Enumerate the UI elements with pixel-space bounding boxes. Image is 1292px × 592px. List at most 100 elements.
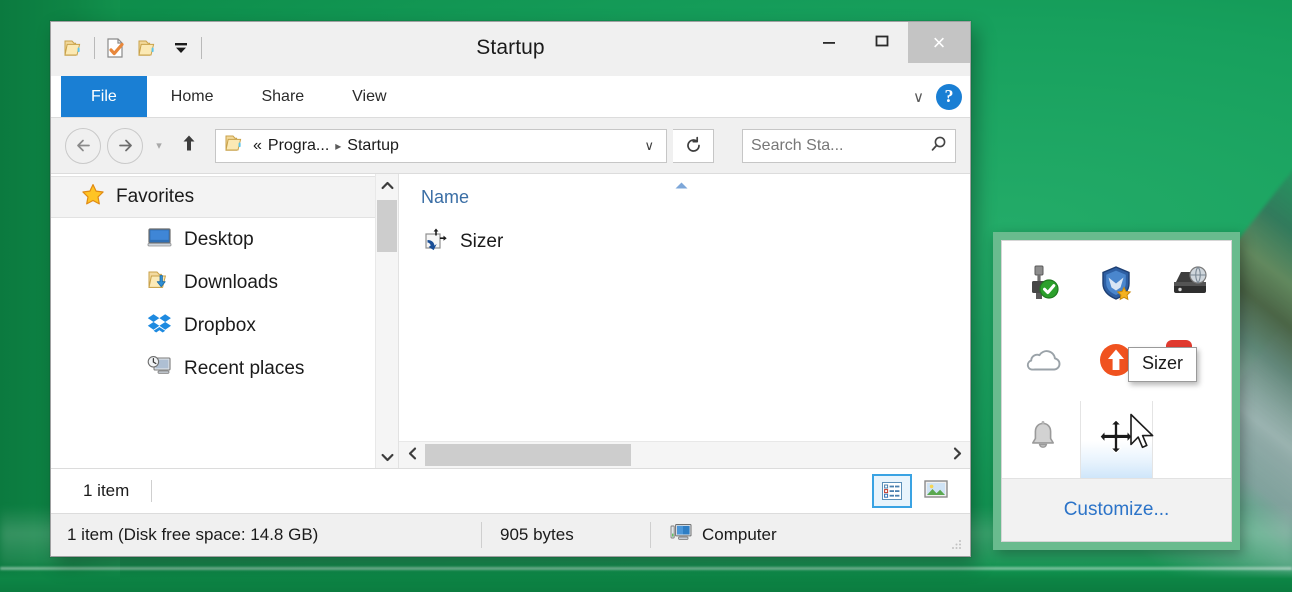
- back-arrow-icon: [76, 139, 90, 152]
- large-icons-view-icon: [924, 480, 948, 498]
- breadcrumb-dropdown-icon[interactable]: ∨: [636, 138, 662, 154]
- file-explorer-window: Startup × File Home Share View ∨ ? ▾ « P…: [50, 21, 971, 557]
- new-folder-icon[interactable]: [135, 35, 161, 61]
- tray-item-security-shield[interactable]: [1080, 247, 1154, 324]
- ribbon-tabs: File Home Share View: [51, 76, 411, 117]
- sidebar-item-label: Desktop: [184, 228, 254, 250]
- safely-remove-hardware-icon: [1023, 264, 1063, 307]
- desktop-icon: [147, 227, 172, 253]
- quick-access-toolbar: [61, 28, 202, 68]
- back-button[interactable]: [65, 127, 101, 164]
- scroll-down-icon[interactable]: [376, 446, 398, 468]
- status-bar-location: Computer: [651, 514, 777, 556]
- tray-item-safely-remove-hardware[interactable]: [1006, 247, 1080, 324]
- tray-inner-panel: Customize...: [1001, 240, 1232, 542]
- chevron-down-icon[interactable]: ∨: [913, 88, 924, 106]
- list-item[interactable]: Sizer: [399, 220, 970, 264]
- tray-item-sizer[interactable]: [1079, 401, 1154, 478]
- scroll-right-icon[interactable]: [944, 447, 970, 463]
- window-controls: ×: [802, 22, 970, 63]
- customize-quick-access-icon[interactable]: [168, 35, 194, 61]
- minimize-icon: [820, 34, 838, 52]
- security-shield-icon: [1097, 264, 1135, 307]
- tray-item-onedrive[interactable]: [1006, 324, 1080, 401]
- breadcrumb-folder-icon: [224, 134, 246, 158]
- tab-home[interactable]: Home: [147, 76, 238, 117]
- status-bar: 1 item (Disk free space: 14.8 GB) 905 by…: [51, 513, 970, 556]
- minimize-button[interactable]: [802, 22, 855, 63]
- status-bar-location-label: Computer: [702, 525, 777, 544]
- breadcrumb-overflow[interactable]: «: [253, 137, 262, 155]
- help-icon[interactable]: ?: [936, 83, 962, 110]
- item-count-label: 1 item: [83, 481, 130, 500]
- system-tray-popup: Customize...: [993, 232, 1240, 550]
- sidebar-item-desktop[interactable]: Desktop: [51, 218, 398, 261]
- details-view-button[interactable]: [872, 474, 912, 508]
- maximize-button[interactable]: [855, 22, 908, 63]
- dropbox-icon: [147, 312, 172, 339]
- up-arrow-icon: [183, 135, 195, 150]
- recent-locations-button[interactable]: ▾: [149, 139, 169, 152]
- computer-icon: [669, 522, 693, 548]
- forward-arrow-icon: [118, 139, 132, 152]
- breadcrumb-bar[interactable]: « Progra... ▸ Startup ∨: [215, 128, 667, 163]
- large-icons-view-button[interactable]: [918, 474, 954, 504]
- close-button[interactable]: ×: [908, 22, 970, 63]
- sidebar-item-downloads[interactable]: Downloads: [51, 261, 398, 304]
- refresh-button[interactable]: [673, 128, 714, 163]
- view-mode-buttons: [872, 474, 970, 508]
- sidebar-item-label: Favorites: [116, 186, 195, 207]
- shortcut-sizer-icon: [423, 227, 449, 258]
- address-bar: ▾ « Progra... ▸ Startup ∨ Search Sta...: [51, 118, 970, 173]
- search-icon[interactable]: [930, 135, 947, 156]
- scroll-left-icon[interactable]: [399, 447, 425, 463]
- file-list-horizontal-scrollbar[interactable]: [399, 441, 970, 468]
- recent-places-icon: [147, 355, 172, 382]
- tray-footer: Customize...: [1002, 478, 1231, 541]
- sidebar-item-recent-places[interactable]: Recent places: [51, 347, 398, 390]
- scroll-up-icon[interactable]: [376, 174, 398, 196]
- tab-share[interactable]: Share: [237, 76, 328, 117]
- file-list-pane: Name Sizer: [398, 174, 970, 468]
- tab-file[interactable]: File: [61, 76, 147, 117]
- breadcrumb-separator-1[interactable]: ▸: [335, 139, 341, 153]
- wallpaper-bottom-strip: [0, 570, 1292, 592]
- tab-view[interactable]: View: [328, 76, 410, 117]
- resize-grip[interactable]: [950, 538, 962, 550]
- properties-icon[interactable]: [102, 35, 128, 61]
- network-drive-icon: [1170, 266, 1210, 305]
- folder-menu-icon[interactable]: [61, 35, 87, 61]
- status-bar-size: 905 bytes: [500, 525, 574, 544]
- sidebar-item-favorites[interactable]: Favorites: [51, 176, 398, 218]
- file-list-empty-space[interactable]: [399, 264, 970, 441]
- tray-item-notifications[interactable]: [1006, 401, 1080, 478]
- sidebar-vertical-scrollbar[interactable]: [375, 174, 398, 468]
- scrollbar-thumb[interactable]: [377, 200, 397, 252]
- viewstrip-separator: [151, 480, 153, 502]
- column-header-name[interactable]: Name: [421, 187, 469, 208]
- details-view-icon: [882, 482, 902, 500]
- qat-separator-1: [94, 37, 95, 59]
- explorer-body: Favorites Desktop Downloads Dropbox Rece…: [51, 173, 970, 468]
- forward-button[interactable]: [107, 127, 143, 164]
- sort-ascending-icon: [674, 181, 689, 193]
- list-item-label: Sizer: [460, 231, 504, 252]
- search-box[interactable]: Search Sta...: [742, 128, 956, 163]
- sidebar-item-dropbox[interactable]: Dropbox: [51, 304, 398, 347]
- sidebar-item-label: Dropbox: [184, 314, 256, 336]
- breadcrumb-item-startup[interactable]: Startup: [347, 137, 399, 155]
- customize-link[interactable]: Customize...: [1064, 499, 1170, 521]
- tray-item-network-drive[interactable]: [1153, 247, 1227, 324]
- column-header-row: Name: [399, 174, 970, 220]
- scrollbar-thumb[interactable]: [425, 444, 631, 466]
- view-strip: 1 item: [51, 468, 970, 513]
- tray-item-empty[interactable]: [1153, 401, 1227, 478]
- breadcrumb-item-programs[interactable]: Progra...: [268, 137, 329, 155]
- qat-separator-2: [201, 37, 202, 59]
- star-icon: [81, 183, 105, 211]
- breadcrumb: « Progra... ▸ Startup ∨: [253, 137, 662, 155]
- up-button[interactable]: [175, 132, 203, 160]
- search-input[interactable]: Search Sta...: [751, 137, 930, 155]
- downloads-folder-icon: [147, 269, 172, 296]
- ribbon-right-controls: ∨ ?: [913, 76, 962, 117]
